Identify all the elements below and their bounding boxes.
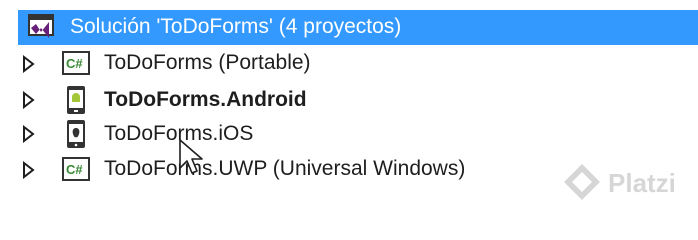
expand-arrow-icon[interactable] [22, 124, 36, 144]
platzi-logo-icon [562, 162, 602, 207]
csharp-badge-text: C# [66, 56, 83, 71]
platzi-watermark: Platzi [562, 162, 692, 204]
solution-label: Solución 'ToDoForms' (4 proyectos) [70, 15, 402, 38]
visual-studio-solution-icon [28, 14, 54, 45]
android-phone-icon [66, 85, 86, 120]
project-label: ToDoForms (Portable) [104, 51, 311, 74]
expand-arrow-icon[interactable] [22, 54, 36, 74]
csharp-project-icon: C# [62, 157, 90, 186]
csharp-project-icon: C# [62, 51, 90, 80]
expand-arrow-icon[interactable] [22, 90, 36, 110]
solution-explorer-tree: Solución 'ToDoForms' (4 proyectos) C# To… [0, 0, 698, 216]
expand-arrow-icon[interactable] [22, 160, 36, 180]
project-node-android[interactable]: ToDoForms.Android [0, 84, 698, 117]
project-node-ios[interactable]: ToDoForms.iOS [0, 118, 698, 151]
watermark-text: Platzi [608, 168, 676, 198]
project-label: ToDoForms.Android [104, 88, 307, 111]
csharp-badge-text: C# [66, 162, 83, 177]
solution-node[interactable]: Solución 'ToDoForms' (4 proyectos) [18, 10, 698, 45]
ios-phone-icon [66, 119, 86, 154]
project-node-portable[interactable]: C# ToDoForms (Portable) [0, 47, 698, 80]
project-label: ToDoForms.UWP (Universal Windows) [104, 157, 466, 180]
mouse-cursor-icon [178, 138, 208, 183]
